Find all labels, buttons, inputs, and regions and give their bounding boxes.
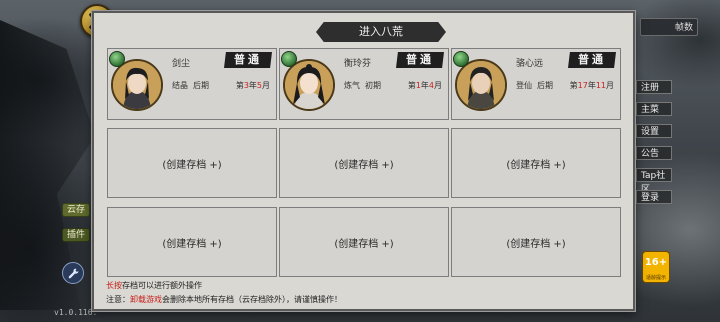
realm-stage: 初期: [365, 81, 381, 90]
jade-gem-icon: [453, 51, 469, 67]
create-save-slot[interactable]: (创建存档 +): [107, 207, 277, 277]
jade-gem-icon: [109, 51, 125, 67]
game-time: 第17年11月: [570, 80, 614, 91]
dialog-title: 进入八荒: [316, 22, 446, 42]
time-year-unit: 年: [587, 81, 596, 90]
time-year-unit: 年: [248, 81, 257, 90]
character-name: 骆心远: [516, 59, 544, 69]
time-prefix: 第: [407, 81, 416, 90]
warning-prefix: 注意：: [106, 295, 130, 304]
time-month-unit: 月: [434, 81, 442, 90]
realm-name: 炼气: [344, 81, 360, 90]
avatar: [455, 59, 507, 111]
long-press-highlight: 长按: [106, 281, 122, 290]
time-month: 11: [595, 81, 606, 90]
cultivation-realm: 炼气 初期: [344, 80, 381, 91]
jade-gem-icon: [281, 51, 297, 67]
time-prefix: 第: [235, 81, 244, 90]
right-menu-item-register[interactable]: 注册: [636, 80, 672, 94]
character-portrait-icon: [457, 61, 505, 109]
create-save-slot[interactable]: (创建存档 +): [279, 207, 449, 277]
age-rating-text: 适龄提示: [645, 275, 666, 281]
right-menu-item-notice[interactable]: 公告: [636, 146, 672, 160]
save-slot-1[interactable]: 剑尘 普通 结晶 后期 第3年5月: [107, 48, 277, 120]
right-menu-item-login[interactable]: 登录: [636, 190, 672, 204]
character-name: 剑尘: [172, 59, 191, 69]
difficulty-badge: 普通: [568, 52, 616, 68]
uninstall-warning: 注意：卸载游戏会删除本地所有存档（云存档除外），请谨慎操作！: [106, 294, 342, 305]
realm-stage: 后期: [193, 81, 209, 90]
warning-highlight: 卸载游戏: [130, 295, 162, 304]
wrench-icon: [68, 268, 78, 278]
framerate-dropdown[interactable]: 帧数: [640, 18, 698, 36]
time-prefix: 第: [569, 81, 578, 90]
create-save-slot[interactable]: (创建存档 +): [107, 128, 277, 198]
game-time: 第3年5月: [236, 80, 270, 91]
save-select-dialog: 进入八荒 剑尘 普通 结晶 后期 第3年5月 衡玲芬 普通 炼气 初期 第1年4…: [92, 11, 635, 311]
save-slot-2[interactable]: 衡玲芬 普通 炼气 初期 第1年4月: [279, 48, 449, 120]
create-save-slot[interactable]: (创建存档 +): [451, 128, 621, 198]
version-label: v1.0.116.: [54, 308, 98, 317]
difficulty-badge: 普通: [396, 52, 444, 68]
cultivation-realm: 结晶 后期: [172, 80, 209, 91]
time-month-unit: 月: [606, 81, 614, 90]
time-year: 17: [577, 81, 588, 90]
framerate-label: 帧数: [674, 23, 693, 33]
realm-name: 结晶: [172, 81, 188, 90]
age-rating-badge: 16+ 适龄提示: [643, 252, 669, 282]
game-time: 第1年4月: [408, 80, 442, 91]
time-year-unit: 年: [420, 81, 429, 90]
plugin-tag[interactable]: 插件: [62, 228, 90, 242]
wrench-button[interactable]: [62, 262, 84, 284]
warning-text: 会删除本地所有存档（云存档除外），请谨慎操作！: [162, 295, 342, 304]
cloud-save-tag[interactable]: 云存: [62, 203, 90, 217]
difficulty-badge: 普通: [224, 52, 272, 68]
save-slot-3[interactable]: 骆心远 普通 登仙 后期 第17年11月: [451, 48, 621, 120]
realm-name: 登仙: [516, 81, 532, 90]
character-name: 衡玲芬: [344, 59, 372, 69]
cultivation-realm: 登仙 后期: [516, 80, 553, 91]
create-save-slot[interactable]: (创建存档 +): [451, 207, 621, 277]
right-menu-item-settings[interactable]: 设置: [636, 124, 672, 138]
avatar: [111, 59, 163, 111]
long-press-text: 存档可以进行额外操作: [122, 281, 202, 290]
avatar: [283, 59, 335, 111]
age-rating-value: 16+: [644, 257, 668, 268]
character-portrait-icon: [113, 61, 161, 109]
character-portrait-icon: [285, 61, 333, 109]
right-menu-item-tap[interactable]: Tap社区: [636, 168, 672, 195]
realm-stage: 后期: [537, 81, 553, 90]
time-month-unit: 月: [262, 81, 270, 90]
right-menu-item-main[interactable]: 主菜: [636, 102, 672, 116]
create-save-slot[interactable]: (创建存档 +): [279, 128, 449, 198]
long-press-hint: 长按存档可以进行额外操作: [106, 280, 202, 291]
